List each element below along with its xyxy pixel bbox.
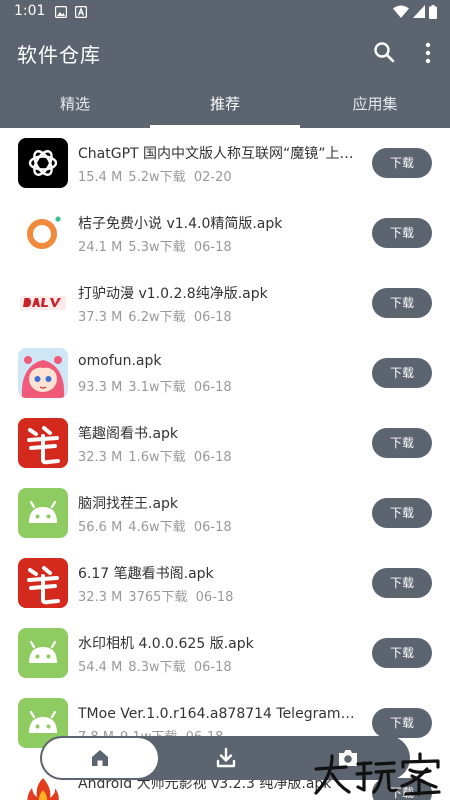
app-name: TMoe Ver.1.0.r164.a878714 Telegram增强... xyxy=(78,706,360,722)
watermark-logo xyxy=(314,752,441,796)
app-size: 32.3 M xyxy=(78,590,123,605)
android-icon xyxy=(18,488,68,538)
app-date: 06-18 xyxy=(193,240,232,255)
status-time: 1:01 xyxy=(14,3,46,19)
app-date: 06-18 xyxy=(193,660,232,675)
app-downloads: 3.1w下载 xyxy=(128,380,186,395)
app-size: 93.3 M xyxy=(78,380,123,395)
download-button[interactable]: 下载 xyxy=(372,358,432,388)
app-date: 06-18 xyxy=(193,450,232,465)
tab-app-collections[interactable]: 应用集 xyxy=(300,86,450,128)
app-date: 06-18 xyxy=(193,380,232,395)
download-button[interactable]: 下载 xyxy=(372,428,432,458)
tab-label: 推荐 xyxy=(209,95,240,113)
download-button[interactable]: 下载 xyxy=(372,498,432,528)
list-item[interactable]: ChatGPT 国内中文版人称互联网“魔镜”上知... 15.4 M 5.2w下载… xyxy=(0,128,450,198)
app-meta: 24.1 M 5.3w下载 06-18 xyxy=(78,236,238,255)
download-button[interactable]: 下载 xyxy=(372,708,432,738)
app-name: 桔子免费小说 v1.4.0精简版.apk xyxy=(78,216,283,232)
orange-ring-icon xyxy=(18,208,68,258)
page-title: 软件仓库 xyxy=(17,43,101,67)
download-button[interactable]: 下载 xyxy=(372,288,432,318)
app-meta: 54.4 M 8.3w下载 06-18 xyxy=(78,656,238,675)
app-list: ChatGPT 国内中文版人称互联网“魔镜”上知... 15.4 M 5.2w下载… xyxy=(0,128,450,800)
nav-home-tab[interactable] xyxy=(42,738,158,778)
signal-icon xyxy=(413,5,425,18)
download-button[interactable]: 下载 xyxy=(372,568,432,598)
image-notification-icon xyxy=(55,6,67,18)
tab-featured[interactable]: 精选 xyxy=(0,86,150,128)
battery-icon xyxy=(429,5,437,19)
dalv-logo-icon xyxy=(18,278,68,328)
app-meta: 93.3 M 3.1w下载 06-18 xyxy=(78,376,238,395)
bi-char-icon xyxy=(18,418,68,468)
anime-girl-icon xyxy=(18,348,68,398)
download-button[interactable]: 下载 xyxy=(372,638,432,668)
app-meta: 37.3 M 6.2w下载 06-18 xyxy=(78,306,238,325)
app-name: 笔趣阁看书.apk xyxy=(78,426,179,442)
app-meta: 56.6 M 4.6w下载 06-18 xyxy=(78,516,238,535)
list-item[interactable]: 打驴动漫 v1.0.2.8纯净版.apk 37.3 M 6.2w下载 06-18 … xyxy=(0,268,450,338)
app-date: 06-18 xyxy=(193,310,232,325)
download-icon[interactable] xyxy=(215,747,237,769)
status-bar: 1:01 xyxy=(0,0,450,24)
tab-recommended[interactable]: 推荐 xyxy=(150,86,300,128)
tab-bar: 精选 推荐 应用集 xyxy=(0,86,450,128)
a-notification-icon xyxy=(75,6,87,18)
app-bar: 软件仓库 精选 推荐 应用集 xyxy=(0,24,450,128)
app-downloads: 6.2w下载 xyxy=(128,310,186,325)
app-name: 打驴动漫 v1.0.2.8纯净版.apk xyxy=(78,286,268,302)
app-size: 15.4 M xyxy=(78,170,123,185)
list-item[interactable]: 6.17 笔趣看书阁.apk 32.3 M 3765下载 06-18 下载 xyxy=(0,548,450,618)
app-downloads: 5.3w下载 xyxy=(128,240,186,255)
list-item[interactable]: 桔子免费小说 v1.4.0精简版.apk 24.1 M 5.3w下载 06-18 … xyxy=(0,198,450,268)
tab-label: 应用集 xyxy=(352,95,398,113)
android-icon xyxy=(18,628,68,678)
app-name: 6.17 笔趣看书阁.apk xyxy=(78,566,214,582)
app-meta: 32.3 M 1.6w下载 06-18 xyxy=(78,446,238,465)
app-size: 54.4 M xyxy=(78,660,123,675)
bi-char-icon xyxy=(18,558,68,608)
wifi-icon xyxy=(393,5,409,18)
app-downloads: 1.6w下载 xyxy=(128,450,186,465)
download-button[interactable]: 下载 xyxy=(372,218,432,248)
app-downloads: 5.2w下载 xyxy=(128,170,186,185)
list-item[interactable]: 笔趣阁看书.apk 32.3 M 1.6w下载 06-18 下载 xyxy=(0,408,450,478)
app-meta xyxy=(78,796,98,800)
app-name: omofun.apk xyxy=(78,353,162,369)
app-size: 24.1 M xyxy=(78,240,123,255)
app-name: 水印相机 4.0.0.625 版.apk xyxy=(78,636,254,652)
search-icon[interactable] xyxy=(372,40,398,66)
app-name: 脑洞找茬王.apk xyxy=(78,496,179,512)
app-size: 32.3 M xyxy=(78,450,123,465)
list-item[interactable]: omofun.apk 93.3 M 3.1w下载 06-18 下载 xyxy=(0,338,450,408)
more-vert-icon[interactable] xyxy=(418,40,438,66)
app-downloads: 3765下载 xyxy=(128,590,188,605)
app-name: ChatGPT 国内中文版人称互联网“魔镜”上知... xyxy=(78,146,360,162)
chatgpt-logo-icon xyxy=(18,138,68,188)
list-item[interactable]: 水印相机 4.0.0.625 版.apk 54.4 M 8.3w下载 06-18 … xyxy=(0,618,450,688)
app-downloads: 8.3w下载 xyxy=(128,660,186,675)
app-downloads: 4.6w下载 xyxy=(128,520,186,535)
download-button[interactable]: 下载 xyxy=(372,148,432,178)
list-item[interactable]: 脑洞找茬王.apk 56.6 M 4.6w下载 06-18 下载 xyxy=(0,478,450,548)
app-size: 56.6 M xyxy=(78,520,123,535)
app-date: 06-18 xyxy=(195,590,234,605)
app-meta: 15.4 M 5.2w下载 02-20 xyxy=(78,166,238,185)
app-date: 06-18 xyxy=(193,520,232,535)
app-date: 02-20 xyxy=(193,170,232,185)
app-size: 37.3 M xyxy=(78,310,123,325)
tab-label: 精选 xyxy=(59,95,90,113)
app-meta: 32.3 M 3765下载 06-18 xyxy=(78,586,239,605)
home-icon xyxy=(92,750,108,766)
